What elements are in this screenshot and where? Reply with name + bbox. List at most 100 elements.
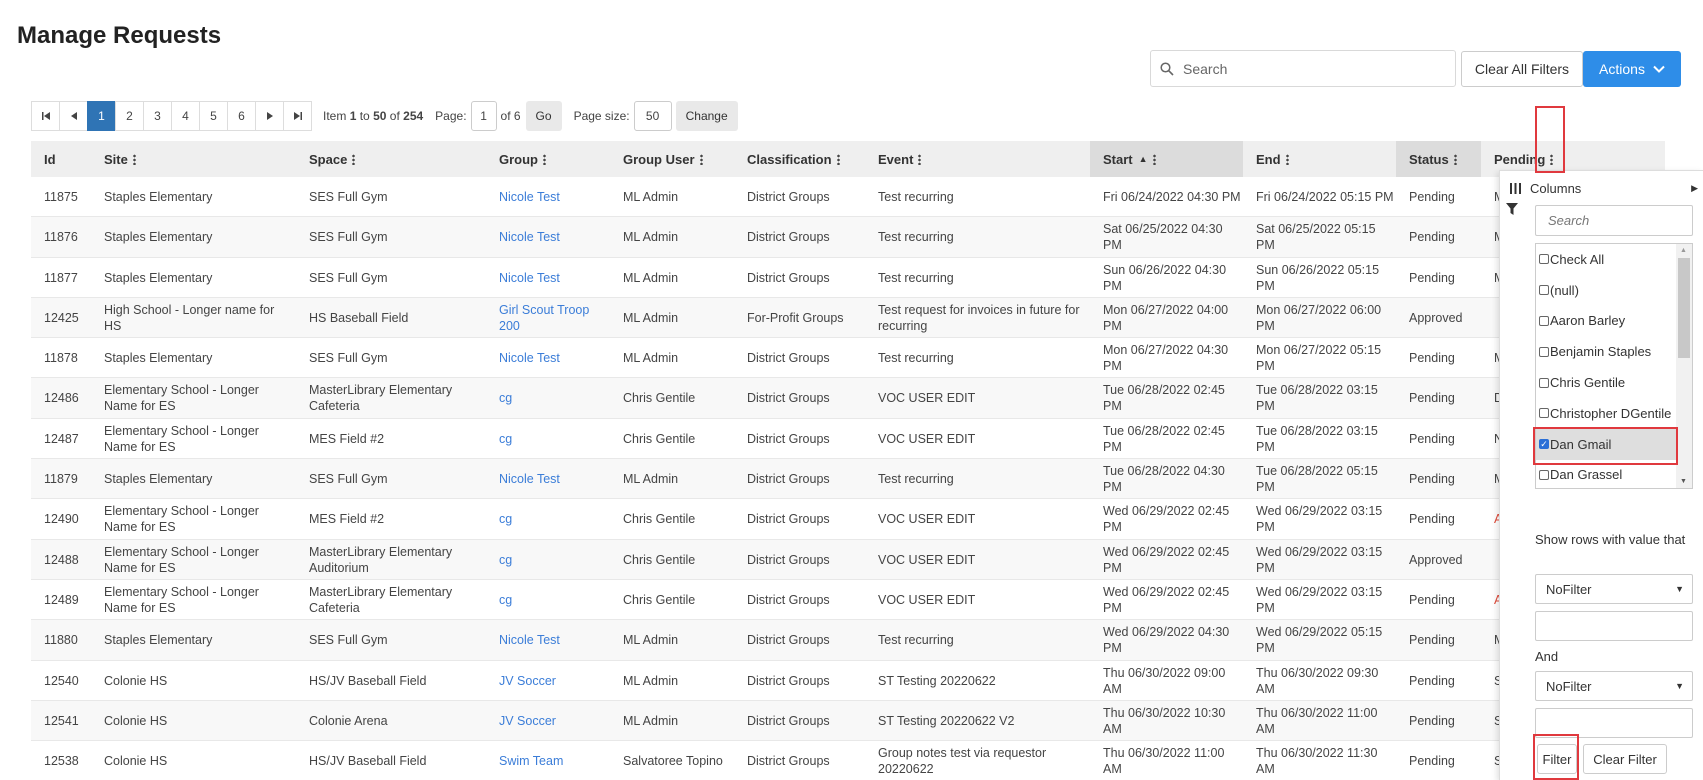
- col-header-site[interactable]: Site: [91, 141, 291, 177]
- table-row[interactable]: 11879 Staples Elementary SES Full Gym Nicol…: [31, 459, 1665, 500]
- table-row[interactable]: 12425 High School - Longer name for HS HS …: [31, 297, 1665, 339]
- col-header-end[interactable]: End: [1243, 141, 1396, 177]
- column-menu-icon[interactable]: [132, 153, 136, 165]
- checkbox-icon[interactable]: [1539, 377, 1549, 388]
- cell-site: Staples Elementary: [104, 270, 213, 285]
- cell-site: Elementary School - Longer Name for ES: [104, 544, 259, 575]
- cell-id: 12488: [44, 552, 79, 567]
- first-page-button[interactable]: [31, 101, 60, 131]
- table-row[interactable]: 12541 Colonie HS Colonie Arena JV Soccer ML …: [31, 700, 1665, 742]
- page-button-4[interactable]: 4: [171, 101, 200, 131]
- filter-search-input[interactable]: Search: [1535, 205, 1693, 236]
- columns-menu-item[interactable]: Columns ▶: [1500, 176, 1703, 200]
- manage-requests-page: Manage Requests Clear All Filters Action…: [0, 0, 1703, 780]
- table-row[interactable]: 12489 Elementary School - Longer Name for…: [31, 580, 1665, 621]
- filter-option[interactable]: Check All: [1536, 244, 1692, 275]
- cell-group[interactable]: Nicole Test: [486, 338, 610, 378]
- table-row[interactable]: 11875 Staples Elementary SES Full Gym Nicol…: [31, 177, 1665, 218]
- col-header-group[interactable]: Group: [486, 141, 610, 177]
- cell-group[interactable]: Nicole Test: [486, 459, 610, 499]
- search-box[interactable]: [1150, 50, 1456, 87]
- condition-1-value-input[interactable]: [1535, 611, 1693, 641]
- column-menu-icon[interactable]: [836, 153, 840, 165]
- column-menu-icon[interactable]: [1285, 153, 1289, 165]
- col-header-classification[interactable]: Classification: [734, 141, 865, 177]
- cell-group[interactable]: cg: [486, 499, 610, 539]
- last-page-button[interactable]: [283, 101, 312, 131]
- condition-1-select[interactable]: NoFilter ▼: [1535, 574, 1693, 604]
- scroll-up-icon[interactable]: ▲: [1680, 247, 1687, 254]
- scroll-down-icon[interactable]: ▼: [1680, 478, 1687, 485]
- column-menu-icon[interactable]: [918, 153, 922, 165]
- filter-option[interactable]: Benjamin Staples: [1536, 336, 1692, 367]
- cell-status: Pending: [1409, 190, 1455, 204]
- cell-group[interactable]: cg: [486, 419, 610, 459]
- filter-list-scrollbar[interactable]: ▲ ▼: [1676, 244, 1692, 488]
- filter-tab[interactable]: [1500, 201, 1530, 780]
- prev-page-button[interactable]: [59, 101, 88, 131]
- checkbox-icon[interactable]: [1539, 469, 1549, 480]
- filter-option[interactable]: Aaron Barley: [1536, 306, 1692, 337]
- cell-group[interactable]: JV Soccer: [486, 661, 610, 701]
- page-size-input[interactable]: 50: [633, 101, 672, 131]
- cell-group[interactable]: cg: [486, 580, 610, 620]
- checkbox-icon[interactable]: [1539, 285, 1549, 296]
- table-row[interactable]: 12488 Elementary School - Longer Name for…: [31, 539, 1665, 580]
- cell-id: 11878: [44, 351, 78, 366]
- cell-group[interactable]: Nicole Test: [486, 258, 610, 298]
- cell-group[interactable]: Swim Team: [486, 741, 610, 780]
- column-menu-icon[interactable]: [352, 153, 356, 165]
- page-button-5[interactable]: 5: [199, 101, 228, 131]
- col-header-event[interactable]: Event: [865, 141, 1087, 177]
- cell-group[interactable]: JV Soccer: [486, 701, 610, 741]
- page-button-2[interactable]: 2: [115, 101, 144, 131]
- cell-group[interactable]: Girl Scout Troop 200: [486, 298, 610, 338]
- cell-group[interactable]: Nicole Test: [486, 177, 610, 217]
- col-header-start[interactable]: Start ▲: [1090, 141, 1243, 177]
- page-button-3[interactable]: 3: [143, 101, 172, 131]
- cell-class: District Groups: [747, 673, 830, 688]
- filter-option[interactable]: Chris Gentile: [1536, 367, 1692, 398]
- table-row[interactable]: 11876 Staples Elementary SES Full Gym Nicol…: [31, 217, 1665, 258]
- next-page-button[interactable]: [255, 101, 284, 131]
- col-header-status[interactable]: Status: [1396, 141, 1481, 177]
- table-row[interactable]: 11878 Staples Elementary SES Full Gym Nicol…: [31, 338, 1665, 379]
- cell-group[interactable]: cg: [486, 378, 610, 418]
- filter-option[interactable]: (null): [1536, 275, 1692, 306]
- filter-option[interactable]: Christopher DGentile: [1536, 398, 1692, 429]
- col-header-group-user[interactable]: Group User: [610, 141, 734, 177]
- table-row[interactable]: 11880 Staples Elementary SES Full Gym Nicol…: [31, 620, 1665, 661]
- condition-2-select[interactable]: NoFilter ▼: [1535, 671, 1693, 701]
- search-input[interactable]: [1183, 60, 1455, 77]
- table-row[interactable]: 12490 Elementary School - Longer Name for…: [31, 499, 1665, 540]
- cell-group[interactable]: Nicole Test: [486, 620, 610, 660]
- page-button-6[interactable]: 6: [227, 101, 256, 131]
- cell-group[interactable]: cg: [486, 540, 610, 580]
- checkbox-icon[interactable]: [1539, 346, 1549, 357]
- page-button-1[interactable]: 1: [87, 101, 116, 131]
- cell-class: District Groups: [747, 230, 830, 245]
- checkbox-icon[interactable]: [1539, 254, 1549, 265]
- column-menu-icon[interactable]: [1453, 153, 1457, 165]
- col-header-id[interactable]: Id: [31, 141, 91, 177]
- column-menu-icon[interactable]: [699, 153, 703, 165]
- scrollbar-thumb[interactable]: [1678, 258, 1690, 358]
- clear-all-filters-button[interactable]: Clear All Filters: [1461, 51, 1583, 87]
- table-row[interactable]: 12538 Colonie HS HS/JV Baseball Field Swim …: [31, 741, 1665, 780]
- column-menu-icon[interactable]: [543, 153, 546, 165]
- filter-option-label: Dan Grassel: [1550, 467, 1623, 483]
- page-number-input[interactable]: 1: [470, 101, 497, 131]
- col-header-space[interactable]: Space: [296, 141, 486, 177]
- table-row[interactable]: 11877 Staples Elementary SES Full Gym Nicol…: [31, 258, 1665, 298]
- checkbox-icon[interactable]: [1539, 315, 1549, 326]
- column-menu-icon[interactable]: [1152, 153, 1156, 165]
- actions-button[interactable]: Actions: [1583, 51, 1681, 87]
- cell-group[interactable]: Nicole Test: [486, 217, 610, 257]
- go-button[interactable]: Go: [525, 101, 562, 131]
- change-button[interactable]: Change: [675, 101, 738, 131]
- table-row[interactable]: 12486 Elementary School - Longer Name for…: [31, 378, 1665, 419]
- table-row[interactable]: 12540 Colonie HS HS/JV Baseball Field JV So…: [31, 661, 1665, 701]
- table-row[interactable]: 12487 Elementary School - Longer Name for…: [31, 419, 1665, 460]
- clear-filter-button[interactable]: Clear Filter: [1583, 744, 1667, 774]
- checkbox-icon[interactable]: [1539, 408, 1549, 419]
